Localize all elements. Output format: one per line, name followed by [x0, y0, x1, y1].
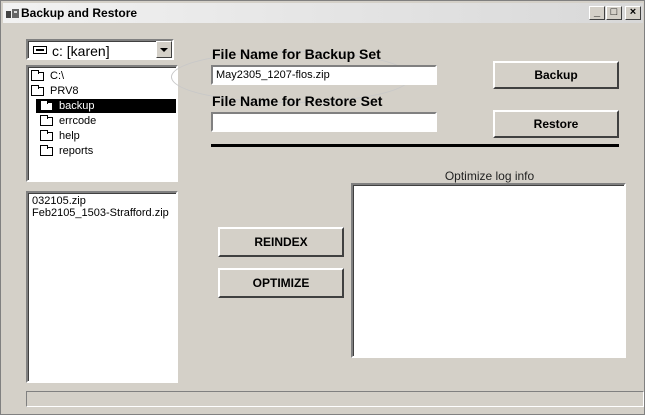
directory-item[interactable]: errcode — [40, 114, 170, 128]
folder-icon — [40, 115, 53, 126]
directory-label: C:\ — [50, 70, 65, 82]
restore-heading: File Name for Restore Set — [212, 93, 383, 109]
directory-label: errcode — [59, 115, 97, 127]
close-button[interactable]: × — [625, 6, 641, 20]
open-folder-icon — [31, 85, 44, 96]
chevron-down-icon — [160, 48, 168, 52]
folder-icon — [40, 100, 53, 111]
folder-icon — [40, 130, 53, 141]
optimize-log-content — [353, 185, 624, 189]
window-title: Backup and Restore — [21, 6, 138, 20]
directory-item[interactable]: help — [40, 129, 170, 143]
restore-filename-input[interactable] — [211, 112, 437, 132]
backup-restore-window: Backup and Restore _ □ × c: [karen] C:\ … — [0, 0, 645, 415]
directory-label: reports — [59, 145, 94, 157]
directory-label: PRV8 — [50, 85, 79, 97]
folder-icon — [40, 145, 53, 156]
backup-filename-input[interactable] — [211, 65, 437, 85]
drive-dropdown-button[interactable] — [156, 41, 172, 58]
section-divider — [211, 144, 619, 147]
directory-item[interactable]: PRV8 — [31, 84, 171, 98]
status-bar — [26, 391, 644, 407]
directory-label: help — [59, 130, 80, 142]
directory-item-selected[interactable]: backup — [36, 99, 176, 113]
title-bar[interactable]: Backup and Restore _ □ × — [3, 3, 643, 23]
file-list-item[interactable]: 032105.zip — [32, 195, 86, 207]
file-list-item[interactable]: Feb2105_1503-Strafford.zip — [32, 207, 169, 219]
directory-list[interactable]: C:\ PRV8 backup errcode help reports — [26, 65, 178, 182]
directory-item[interactable]: C:\ — [31, 69, 171, 83]
optimize-button[interactable]: OPTIMIZE — [218, 268, 344, 298]
optimize-log-box[interactable] — [351, 183, 626, 358]
app-icon — [6, 9, 19, 18]
drive-icon — [33, 46, 47, 54]
reindex-button[interactable]: REINDEX — [218, 227, 344, 257]
directory-label: backup — [59, 100, 95, 112]
restore-button[interactable]: Restore — [493, 110, 619, 138]
file-list[interactable]: 032105.zip Feb2105_1503-Strafford.zip — [26, 191, 178, 383]
backup-heading: File Name for Backup Set — [212, 46, 381, 62]
open-folder-icon — [31, 70, 44, 81]
maximize-button[interactable]: □ — [606, 6, 622, 20]
drive-select[interactable]: c: [karen] — [26, 39, 174, 60]
directory-item[interactable]: reports — [40, 144, 170, 158]
minimize-button[interactable]: _ — [589, 6, 605, 20]
drive-select-value: c: [karen] — [52, 43, 110, 59]
optimize-log-title: Optimize log info — [444, 169, 535, 183]
backup-button[interactable]: Backup — [493, 61, 619, 89]
